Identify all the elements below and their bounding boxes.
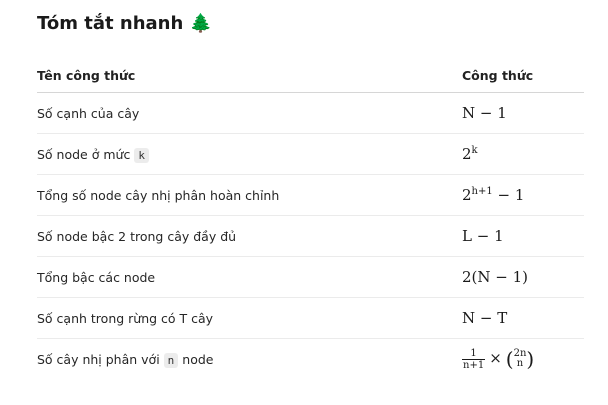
table-header-row: Tên công thức Công thức [37,59,584,93]
formula-value: L − 1 [462,215,584,257]
formula-value: 2h+1 − 1 [462,174,584,216]
formula-base: 2 [462,186,472,204]
formula-value: 2k [462,133,584,175]
formula-name: Tổng số node cây nhị phân hoàn chỉnh [37,174,462,216]
formula-name: Tổng bậc các node [37,256,462,298]
formula-name: Số cạnh của cây [37,92,462,134]
header-formula-name: Tên công thức [37,59,462,93]
binomial-bottom: n [516,358,524,369]
content: Tóm tắt nhanh 🌲 Tên công thức Công thức … [37,12,584,379]
formula-exponent: h+1 [471,186,493,197]
table-row: Số cạnh trong rừng có T cây N − T [37,297,584,339]
fraction-denominator: n+1 [463,359,485,371]
formula-name-text: Số cây nhị phân với [37,351,160,367]
formula-name-text: Số node ở mức [37,146,131,162]
formula-exponent: k [471,145,478,156]
inline-code: k [134,147,149,163]
formula-name: Số node bậc 2 trong cây đầy đủ [37,215,462,257]
times-symbol: × [489,349,502,367]
fraction: 1 n+1 [462,348,486,371]
formula-value: N − T [462,297,584,339]
table-row: Số cạnh của cây N − 1 [37,92,584,134]
table-row: Số cây nhị phân với n node 1 n+1 ×(2n n) [37,339,584,380]
page-title-text: Tóm tắt nhanh [37,13,184,34]
page-title: Tóm tắt nhanh 🌲 [37,12,584,36]
formula-value: 2(N − 1) [462,256,584,298]
fraction-numerator: 1 [462,348,486,360]
formula-tail: − 1 [492,186,525,204]
formula-name: Số cây nhị phân với n node [37,339,462,380]
formula-name: Số cạnh trong rừng có T cây [37,297,462,339]
paren-left: ( [505,347,514,371]
paren-right: ) [526,347,535,371]
table-row: Tổng số node cây nhị phân hoàn chỉnh 2h+… [37,174,584,216]
header-formula: Công thức [462,59,584,93]
formula-base: 2 [462,145,472,163]
binomial: 2n n [514,349,527,369]
table-row: Tổng bậc các node 2(N − 1) [37,256,584,298]
formula-table: Tên công thức Công thức Số cạnh của cây … [37,59,584,379]
formula-value: 1 n+1 ×(2n n) [462,339,584,380]
formula-name-text: node [182,351,214,367]
formula-name: Số node ở mức k [37,133,462,175]
formula-value: N − 1 [462,92,584,134]
table-row: Số node bậc 2 trong cây đầy đủ L − 1 [37,215,584,257]
inline-code: n [163,352,179,368]
table-row: Số node ở mức k 2k [37,133,584,175]
tree-icon: 🌲 [189,13,213,34]
